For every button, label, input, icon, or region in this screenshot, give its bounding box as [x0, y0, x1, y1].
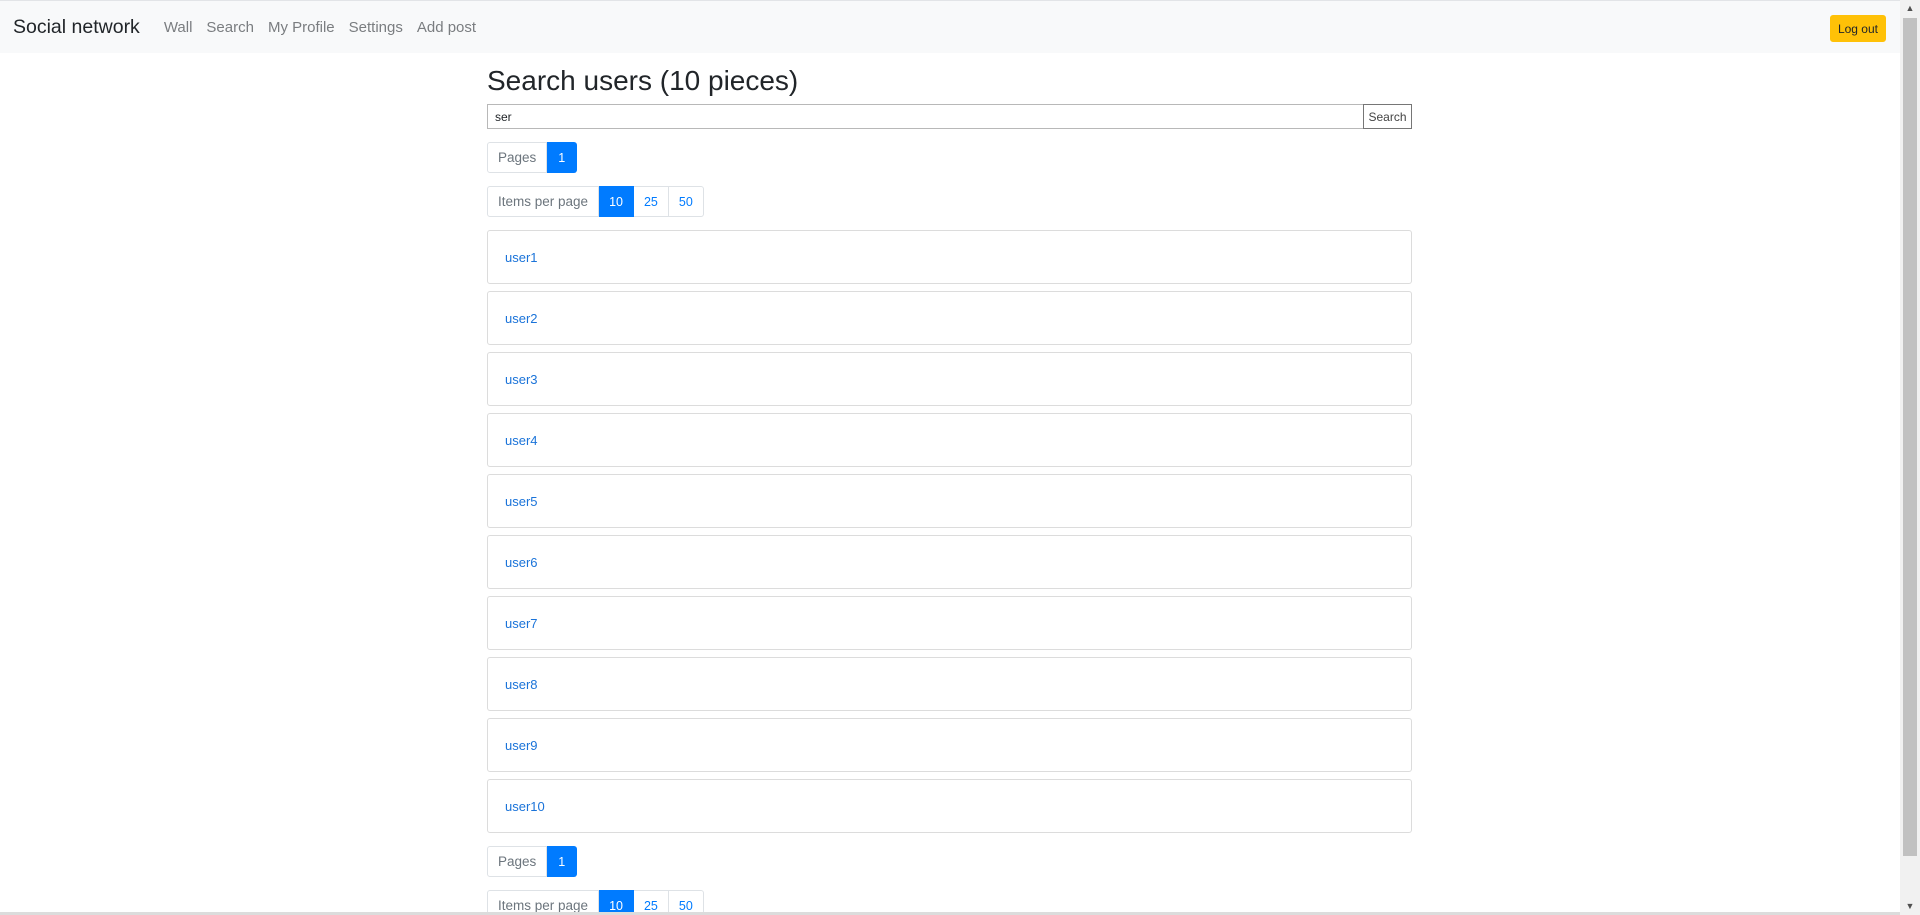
- user-link[interactable]: user3: [505, 372, 538, 387]
- main-content: Search users (10 pieces) Search Pages 1 …: [487, 53, 1412, 915]
- nav-link-my-profile[interactable]: My Profile: [268, 19, 335, 36]
- nav-link-search[interactable]: Search: [206, 19, 254, 36]
- page-title: Search users (10 pieces): [487, 65, 799, 96]
- search-button[interactable]: Search: [1363, 104, 1412, 129]
- items-per-page-label: Items per page: [487, 186, 600, 217]
- pages-label: Pages: [487, 846, 548, 877]
- user-card: user3: [487, 352, 1412, 406]
- user-link[interactable]: user1: [505, 250, 538, 265]
- items-per-page-top: Items per page 10 25 50: [487, 186, 1412, 217]
- user-link[interactable]: user4: [505, 433, 538, 448]
- search-input[interactable]: [487, 104, 1363, 129]
- user-link[interactable]: user5: [505, 494, 538, 509]
- user-card: user2: [487, 291, 1412, 345]
- user-card: user7: [487, 596, 1412, 650]
- page-1-button[interactable]: 1: [547, 846, 578, 877]
- user-link[interactable]: user7: [505, 616, 538, 631]
- user-card: user1: [487, 230, 1412, 284]
- vertical-scrollbar[interactable]: ▲ ▼: [1900, 0, 1920, 915]
- page: Social network Wall Search My Profile Se…: [0, 0, 1920, 915]
- scroll-down-arrow-icon[interactable]: ▼: [1900, 898, 1920, 915]
- user-card: user10: [487, 779, 1412, 833]
- user-link[interactable]: user10: [505, 799, 545, 814]
- user-link[interactable]: user9: [505, 738, 538, 753]
- logout-button[interactable]: Log out: [1829, 15, 1886, 42]
- user-card: user8: [487, 657, 1412, 711]
- page-1-button[interactable]: 1: [547, 142, 578, 173]
- nav-link-add-post[interactable]: Add post: [417, 19, 476, 36]
- user-link[interactable]: user6: [505, 555, 538, 570]
- scroll-up-arrow-icon[interactable]: ▲: [1900, 0, 1920, 17]
- navbar: Social network Wall Search My Profile Se…: [0, 0, 1900, 53]
- user-list: user1 user2 user3 user4 user5 user6 user…: [487, 230, 1412, 833]
- pagination-bottom: Pages 1: [487, 846, 1412, 877]
- search-form: Search: [487, 104, 1412, 129]
- per-page-50-button[interactable]: 50: [668, 186, 704, 217]
- user-card: user9: [487, 718, 1412, 772]
- per-page-25-button[interactable]: 25: [633, 186, 669, 217]
- user-card: user4: [487, 413, 1412, 467]
- user-link[interactable]: user2: [505, 311, 538, 326]
- nav-link-wall[interactable]: Wall: [164, 19, 193, 36]
- per-page-10-button[interactable]: 10: [599, 186, 634, 217]
- brand-link[interactable]: Social network: [13, 16, 140, 39]
- pages-label: Pages: [487, 142, 548, 173]
- pagination-top: Pages 1: [487, 142, 1412, 173]
- scrollbar-thumb[interactable]: [1903, 18, 1917, 856]
- user-link[interactable]: user8: [505, 677, 538, 692]
- user-card: user5: [487, 474, 1412, 528]
- nav-link-settings[interactable]: Settings: [349, 19, 403, 36]
- user-card: user6: [487, 535, 1412, 589]
